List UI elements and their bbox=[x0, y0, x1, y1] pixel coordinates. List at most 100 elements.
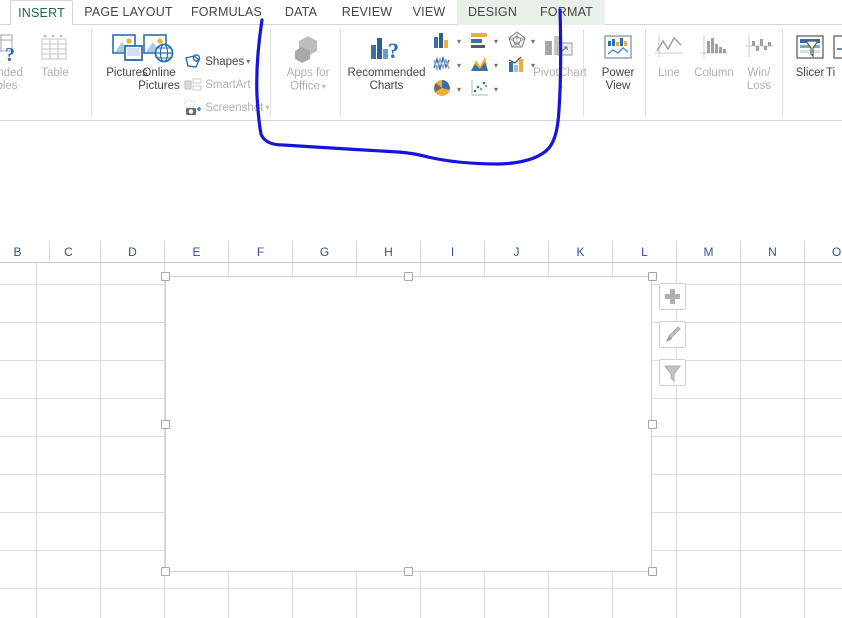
group-separator bbox=[91, 29, 92, 117]
ribbon-insert-panel: ? ended bles Table bbox=[0, 25, 842, 141]
timeline-icon bbox=[832, 33, 842, 69]
column-header-f[interactable]: F bbox=[229, 241, 293, 263]
screenshot-label: Screenshot bbox=[205, 102, 264, 115]
pie-chart-icon[interactable] bbox=[432, 78, 454, 103]
smartart-icon bbox=[184, 77, 202, 93]
power-view-button[interactable]: Power View bbox=[592, 33, 644, 93]
apps-for-office-button[interactable]: Apps for Office ▾ bbox=[279, 33, 337, 94]
chart-handle-top-left[interactable] bbox=[161, 272, 170, 281]
online-pictures-label-line2: Pictures bbox=[138, 80, 180, 92]
column-chart-icon[interactable] bbox=[432, 30, 454, 55]
line-chart-icon[interactable] bbox=[432, 54, 454, 79]
pivotchart-chevron-down-icon[interactable]: ▾ bbox=[526, 81, 596, 94]
funnel-icon bbox=[664, 365, 681, 383]
smartart-button[interactable]: SmartArt bbox=[184, 77, 251, 93]
paintbrush-icon bbox=[666, 326, 681, 342]
sparkline-column-icon bbox=[698, 33, 730, 67]
pivotchart-button[interactable]: PivotChart ▾ bbox=[524, 33, 596, 94]
svg-text:?: ? bbox=[5, 44, 15, 65]
bar-chart-icon[interactable] bbox=[469, 30, 491, 55]
chart-styles-button[interactable] bbox=[659, 321, 686, 348]
column-header-l[interactable]: L bbox=[613, 241, 677, 263]
column-header-m[interactable]: M bbox=[677, 241, 741, 263]
tab-review[interactable]: REVIEW bbox=[333, 0, 401, 25]
column-header-g[interactable]: G bbox=[293, 241, 357, 263]
smartart-label: SmartArt bbox=[205, 79, 251, 92]
column-header-k[interactable]: K bbox=[549, 241, 613, 263]
chart-handle-bottom-center[interactable] bbox=[404, 567, 413, 576]
column-header-c[interactable]: C bbox=[37, 241, 101, 263]
gridline-horizontal bbox=[0, 588, 842, 589]
chart-handle-bottom-right[interactable] bbox=[648, 567, 657, 576]
tab-insert[interactable]: INSERT bbox=[10, 0, 73, 25]
gridline-vertical bbox=[36, 263, 37, 618]
gridline-vertical bbox=[100, 263, 101, 618]
table-button[interactable]: Table bbox=[32, 33, 78, 80]
shapes-chevron-down-icon[interactable]: ▾ bbox=[246, 54, 250, 70]
chart-handle-middle-left[interactable] bbox=[161, 420, 170, 429]
recommended-charts-button[interactable]: ? Recommended Charts bbox=[341, 33, 432, 93]
power-view-icon bbox=[602, 33, 634, 69]
apps-for-office-icon bbox=[293, 33, 323, 69]
tab-view[interactable]: VIEW bbox=[404, 0, 454, 25]
gridline-vertical bbox=[804, 263, 805, 618]
gridline-vertical bbox=[676, 263, 677, 618]
column-header-e[interactable]: E bbox=[165, 241, 229, 263]
sparkline-column-label: Column bbox=[694, 67, 734, 79]
online-pictures-button[interactable]: Online Pictures bbox=[131, 33, 187, 93]
pie-chart-chevron-down-icon[interactable]: ▾ bbox=[457, 85, 461, 94]
sparkline-column-button[interactable]: Column bbox=[687, 33, 741, 80]
slicer-icon bbox=[794, 33, 826, 69]
column-header-d[interactable]: D bbox=[101, 241, 165, 263]
chart-elements-button[interactable] bbox=[659, 283, 686, 310]
apps-for-office-chevron-down-icon[interactable]: ▾ bbox=[322, 80, 326, 93]
bar-chart-chevron-down-icon[interactable]: ▾ bbox=[494, 37, 498, 46]
sparkline-winloss-button[interactable]: Win/ Loss bbox=[738, 33, 780, 93]
tab-formulas[interactable]: FORMULAS bbox=[184, 0, 269, 25]
chart-handle-top-right[interactable] bbox=[648, 272, 657, 281]
apps-for-office-label-line2: Office ▾ bbox=[290, 80, 326, 93]
column-header-h[interactable]: H bbox=[357, 241, 421, 263]
chart-handle-top-center[interactable] bbox=[404, 272, 413, 281]
table-icon bbox=[39, 33, 71, 67]
column-header-o[interactable]: O bbox=[805, 241, 842, 263]
screenshot-button[interactable]: Screenshot ▾ bbox=[184, 100, 269, 116]
tab-format[interactable]: FORMAT bbox=[528, 0, 605, 25]
recommended-pivottables-label-line2: bles bbox=[0, 80, 18, 92]
shapes-label: Shapes bbox=[205, 56, 245, 69]
timeline-button[interactable]: Ti bbox=[826, 33, 842, 80]
table-label: Table bbox=[41, 67, 69, 79]
scatter-chart-icon[interactable] bbox=[469, 78, 491, 103]
column-header-n[interactable]: N bbox=[741, 241, 805, 263]
chart-filters-button[interactable] bbox=[659, 359, 686, 386]
line-chart-chevron-down-icon[interactable]: ▾ bbox=[457, 61, 461, 70]
tab-data[interactable]: DATA bbox=[272, 0, 330, 25]
screenshot-icon bbox=[184, 100, 202, 116]
screenshot-chevron-down-icon[interactable]: ▾ bbox=[265, 100, 269, 116]
shapes-button[interactable]: Shapes ▾ bbox=[184, 54, 250, 70]
sparkline-line-icon bbox=[653, 33, 685, 67]
tab-page-layout[interactable]: PAGE LAYOUT bbox=[76, 0, 181, 25]
svg-text:?: ? bbox=[388, 38, 399, 63]
column-chart-chevron-down-icon[interactable]: ▾ bbox=[457, 37, 461, 46]
gridline-vertical bbox=[740, 263, 741, 618]
area-chart-chevron-down-icon[interactable]: ▾ bbox=[494, 61, 498, 70]
online-pictures-icon bbox=[142, 33, 176, 69]
sparkline-line-button[interactable]: Line bbox=[648, 33, 690, 80]
excel-window: INSERT PAGE LAYOUT FORMULAS DATA REVIEW … bbox=[0, 0, 842, 618]
chart-handle-middle-right[interactable] bbox=[648, 420, 657, 429]
pivottable-recommend-icon: ? bbox=[0, 33, 24, 69]
recommended-charts-icon: ? bbox=[369, 33, 405, 69]
scatter-chart-chevron-down-icon[interactable]: ▾ bbox=[494, 85, 498, 94]
sparkline-winloss-icon bbox=[743, 33, 775, 67]
column-header-j[interactable]: J bbox=[485, 241, 549, 263]
tab-design[interactable]: DESIGN bbox=[457, 0, 528, 25]
chart-handle-bottom-left[interactable] bbox=[161, 567, 170, 576]
shapes-icon bbox=[184, 54, 202, 70]
sparkline-winloss-label-line1: Win/ bbox=[747, 67, 771, 79]
empty-chart-object[interactable] bbox=[165, 276, 652, 572]
area-chart-icon[interactable] bbox=[469, 54, 491, 79]
pivotchart-icon bbox=[543, 33, 577, 69]
recommended-charts-label-line2: Charts bbox=[369, 80, 404, 92]
column-header-i[interactable]: I bbox=[421, 241, 485, 263]
